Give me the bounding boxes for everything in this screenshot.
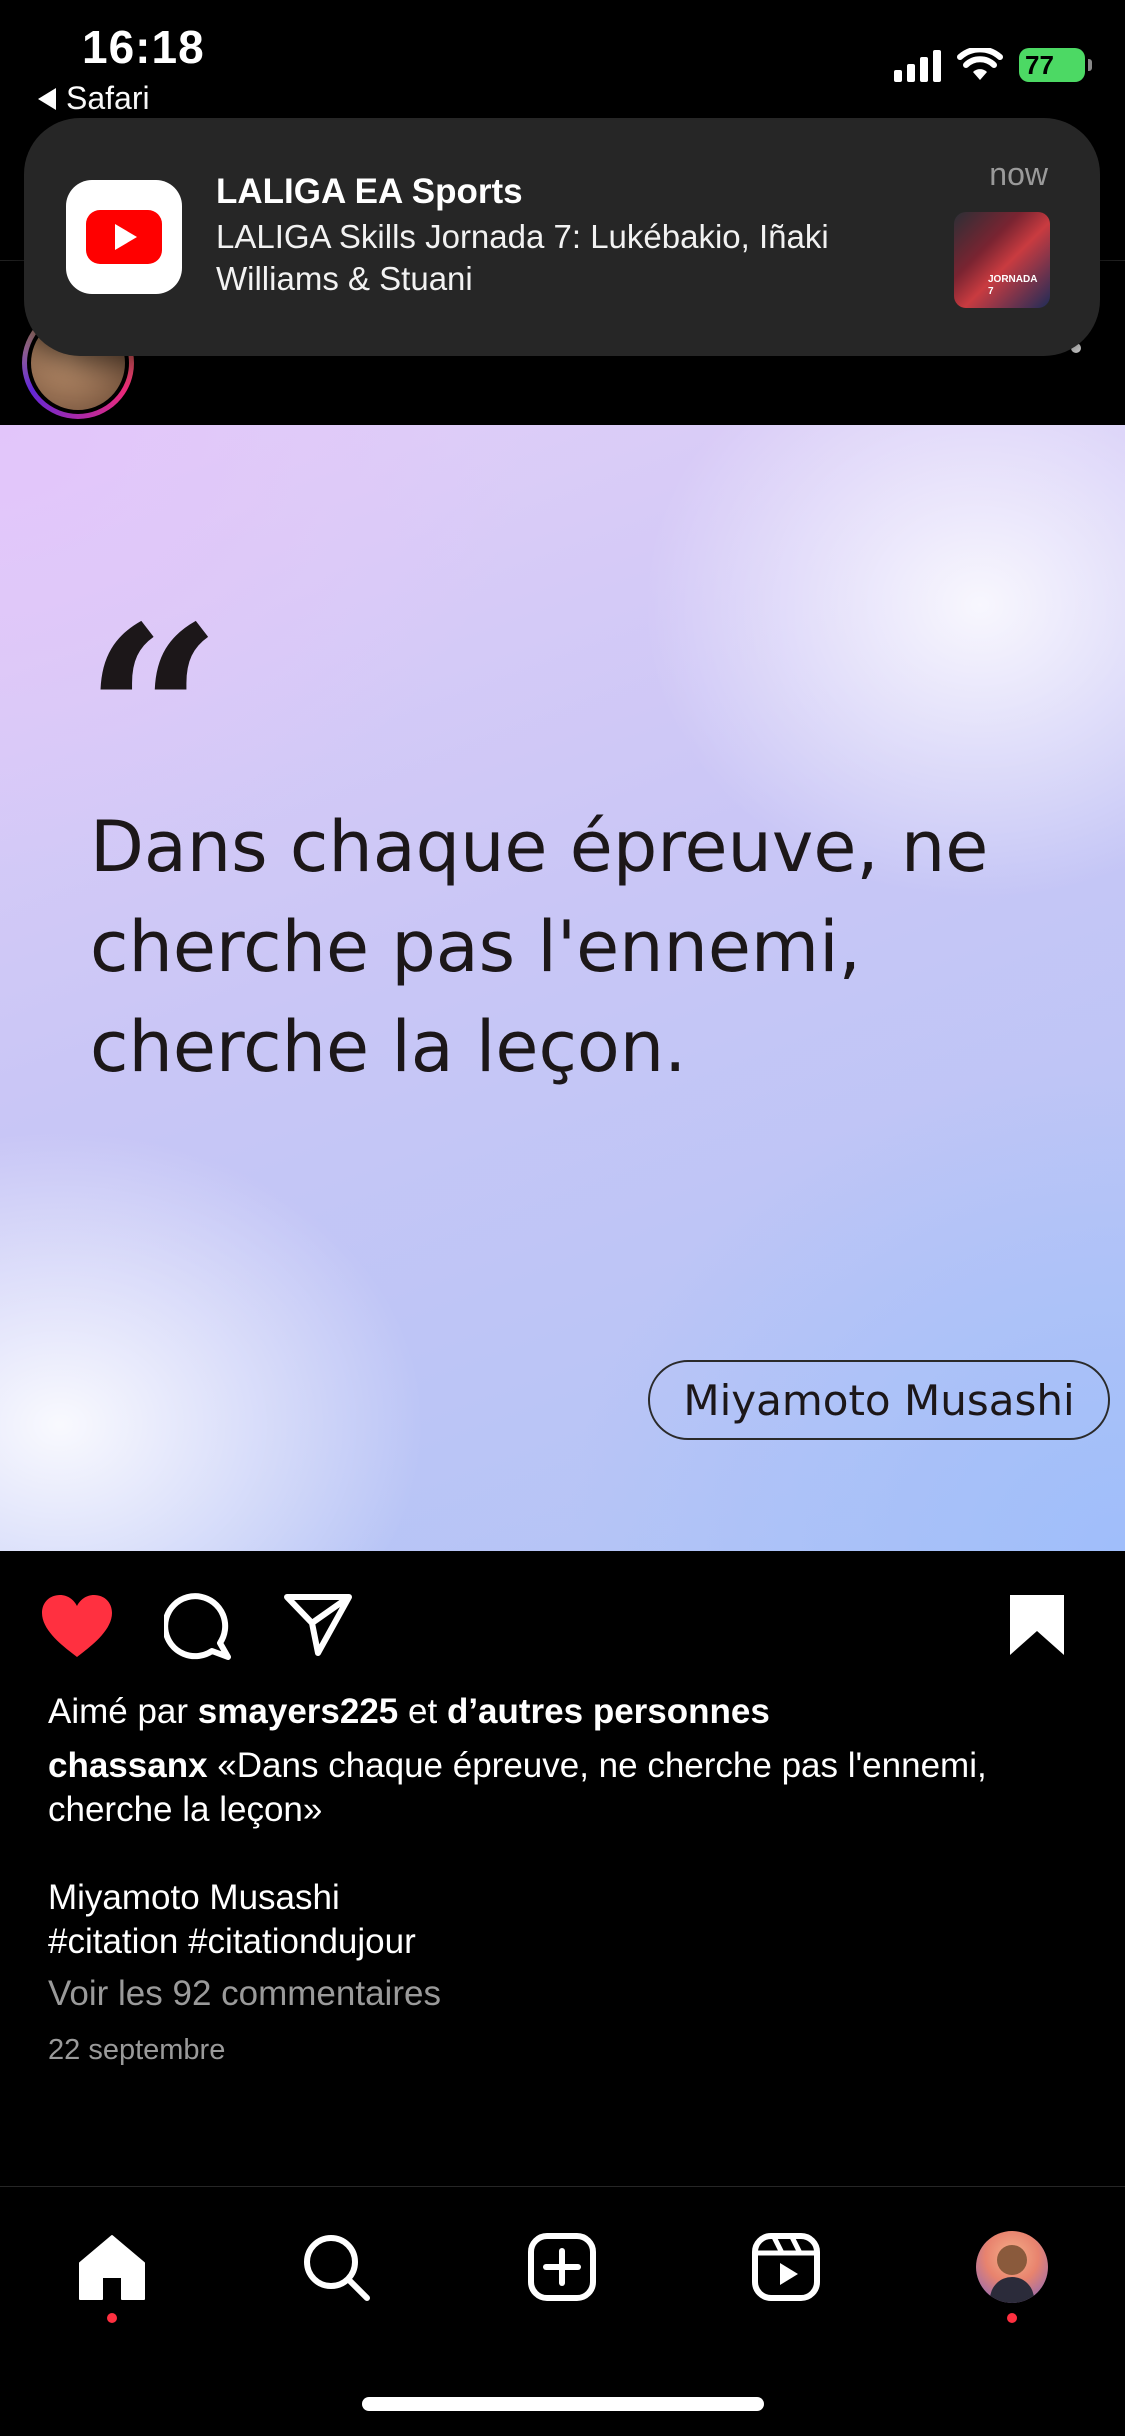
reels-icon <box>752 2233 820 2301</box>
caption-hashtags[interactable]: #citation #citationdujour <box>48 1920 1088 1964</box>
push-notification[interactable]: LALIGA EA Sports LALIGA Skills Jornada 7… <box>24 118 1100 356</box>
profile-notification-dot <box>1007 2313 1017 2323</box>
liked-by-others[interactable]: d’autres personnes <box>447 1692 770 1731</box>
back-to-safari-link[interactable]: Safari <box>38 80 150 117</box>
caption-username[interactable]: chassanx <box>48 1746 208 1785</box>
battery-icon: 77 <box>1019 48 1092 82</box>
bookmark-icon[interactable] <box>1008 1593 1066 1657</box>
post-date: 22 septembre <box>48 2034 226 2066</box>
liked-by-user[interactable]: smayers225 <box>198 1692 398 1731</box>
view-comments-link[interactable]: Voir les 92 commentaires <box>48 1972 1088 2016</box>
youtube-app-icon <box>66 180 182 294</box>
post-image[interactable]: “ Dans chaque épreuve, ne cherche pas l'… <box>0 425 1125 1551</box>
status-time: 16:18 <box>82 21 205 73</box>
plus-square-icon <box>528 2233 596 2301</box>
profile-avatar <box>976 2231 1048 2303</box>
send-icon[interactable] <box>284 1593 352 1657</box>
back-app-label: Safari <box>66 80 150 116</box>
comment-icon[interactable] <box>164 1593 232 1661</box>
quote-author-pill: Miyamoto Musashi <box>648 1360 1110 1440</box>
notification-thumbnail: JORNADA 7 <box>954 212 1050 308</box>
notification-app-name: LALIGA EA Sports <box>216 172 523 211</box>
home-indicator[interactable] <box>362 2397 764 2411</box>
home-notification-dot <box>107 2313 117 2323</box>
post-actions <box>0 1551 1125 1691</box>
cellular-signal-icon <box>894 48 941 82</box>
search-icon <box>304 2235 370 2301</box>
back-arrow-icon <box>38 87 56 110</box>
status-indicators: 77 <box>894 48 1092 82</box>
tab-home[interactable] <box>72 2227 152 2307</box>
heart-icon[interactable] <box>40 1593 114 1659</box>
tab-profile[interactable] <box>972 2227 1052 2307</box>
caption-text: chassanx «Dans chaque épreuve, ne cherch… <box>48 1746 987 1829</box>
likes-line[interactable]: Aimé par smayers225 et d’autres personne… <box>48 1690 1088 1734</box>
quote-text: Dans chaque épreuve, ne cherche pas l'en… <box>90 806 989 1088</box>
notification-time: now <box>989 156 1048 192</box>
home-icon <box>79 2235 145 2300</box>
tab-create[interactable] <box>522 2227 602 2307</box>
caption-author: Miyamoto Musashi <box>48 1878 340 1917</box>
tab-search[interactable] <box>296 2227 376 2307</box>
post-caption: Aimé par smayers225 et d’autres personne… <box>48 1690 1088 2072</box>
status-bar: 16:18 Safari 77 <box>0 0 1125 120</box>
wifi-icon <box>957 48 1003 80</box>
battery-level: 77 <box>1025 49 1054 80</box>
tab-reels[interactable] <box>746 2227 826 2307</box>
notification-message: LALIGA Skills Jornada 7: Lukébakio, Iñak… <box>216 218 829 297</box>
